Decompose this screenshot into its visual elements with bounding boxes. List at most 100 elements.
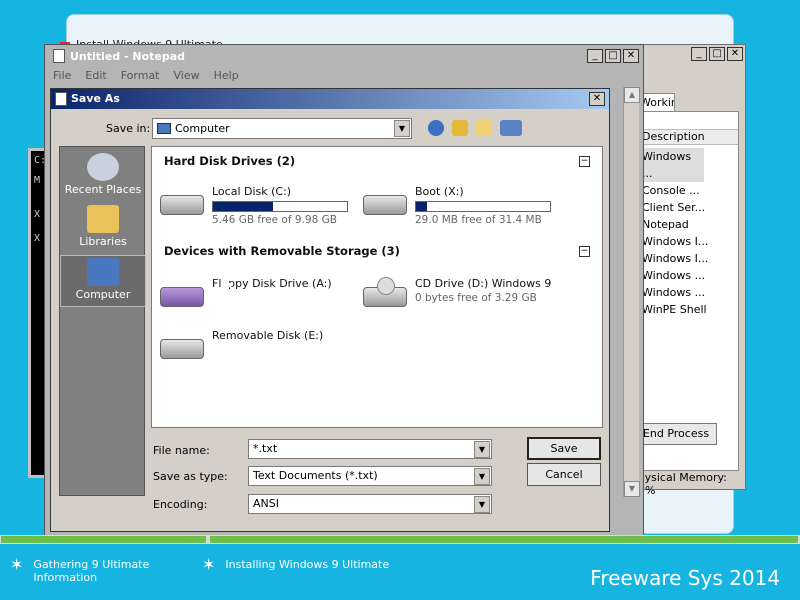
task-list: Windows ... Console ... Client Ser... No… [638,148,708,318]
collapse-icon[interactable]: − [579,156,590,167]
save-type-dropdown[interactable]: Text Documents (*.txt) ▼ [248,466,492,486]
scroll-up-icon[interactable]: ▲ [624,87,640,103]
maximize-icon[interactable]: □ [605,49,621,63]
memory-status: Physical Memory: 35% [631,471,727,497]
drive-item[interactable]: Boot (X:) 29.0 MB free of 31.4 MB [363,185,551,226]
chevron-down-icon[interactable]: ▼ [474,441,490,458]
save-in-dropdown[interactable]: Computer ▼ [152,118,412,139]
end-process-button[interactable]: End Process [635,423,717,445]
disk-usage-fill [213,202,274,211]
place-recent-places[interactable]: Recent Places [60,151,146,203]
new-folder-icon[interactable] [476,120,492,136]
menu-file[interactable]: File [53,69,71,82]
place-label: Computer [75,288,131,301]
list-item[interactable]: WinPE Shell [642,301,708,318]
places-bar: Recent Places Libraries Computer [59,146,146,496]
disk-usage-bar [212,201,348,212]
close-icon[interactable]: ✕ [623,49,639,63]
task-list-panel: Description Windows ... Console ... Clie… [631,111,739,471]
dialog-toolbar [428,120,522,136]
file-name-value: *.txt [253,442,278,455]
list-item[interactable]: Client Ser... [642,199,708,216]
menu-edit[interactable]: Edit [85,69,106,82]
place-libraries[interactable]: Libraries [60,203,146,255]
list-item[interactable]: Console ... [642,182,708,199]
place-label: Recent Places [64,183,142,196]
minimize-icon[interactable]: _ [587,49,603,63]
console-line: M [34,175,41,186]
star-icon: ✶ [202,555,216,574]
place-label: Libraries [79,235,127,248]
dialog-icon [55,92,67,106]
maximize-icon[interactable]: □ [709,47,725,61]
brand-watermark: Freeware Sys 2014 [590,566,780,590]
place-computer[interactable]: Computer [60,255,146,307]
drive-item[interactable]: Removable Disk (E:) [160,329,323,361]
collapse-icon[interactable]: − [579,246,590,257]
group-title: Hard Disk Drives (2) [164,154,296,168]
drive-free-space: 29.0 MB free of 31.4 MB [415,214,542,226]
drive-item[interactable]: CD Drive (D:) Windows 9 0 bytes free of … [363,277,551,309]
save-type-label: Save as type: [153,470,228,483]
file-list-pane: Hard Disk Drives (2) − Local Disk (C:) 5… [151,146,603,428]
drive-name: Boot (X:) [415,185,464,198]
disk-usage-fill [416,202,427,211]
list-item[interactable]: Windows ... [638,148,704,182]
menu-view[interactable]: View [174,69,200,82]
notepad-icon [53,49,65,63]
step-label: Gathering 9 Ultimate Information [33,558,150,584]
vertical-scrollbar[interactable]: ▲ ▼ [623,87,640,497]
computer-icon [157,123,171,134]
setup-step: ✶ Installing Windows 9 Ultimate [202,555,402,574]
group-title: Devices with Removable Storage (3) [164,244,400,258]
cancel-button[interactable]: Cancel [527,463,601,486]
chevron-down-icon[interactable]: ▼ [394,120,410,137]
menu-help[interactable]: Help [214,69,239,82]
close-icon[interactable]: ✕ [727,47,743,61]
menu-format[interactable]: Format [121,69,160,82]
drive-item[interactable]: Floppy Disk Drive (A:) [160,277,332,309]
notepad-controls: _ □ ✕ [587,49,639,63]
back-icon[interactable] [428,120,444,136]
progress-step-2 [210,536,798,543]
dialog-title: Save As [71,92,120,105]
libraries-icon [87,205,119,233]
console-line: X [34,233,41,244]
file-name-label: File name: [153,444,210,457]
list-item[interactable]: Windows I... [642,250,708,267]
menu-bar: File Edit Format View Help [53,69,239,82]
drive-free-space: 5.46 GB free of 9.98 GB [212,214,337,226]
drive-item[interactable]: Local Disk (C:) 5.46 GB free of 9.98 GB [160,185,348,226]
list-item[interactable]: Windows I... [642,233,708,250]
save-in-value: Computer [175,122,230,135]
save-button[interactable]: Save [527,437,601,460]
encoding-label: Encoding: [153,498,208,511]
notepad-title: Untitled - Notepad [70,49,186,63]
hard-disk-icon [363,185,409,217]
column-header-description[interactable]: Description [632,129,738,145]
file-name-field[interactable]: *.txt ▼ [248,439,492,459]
list-item[interactable]: Windows ... [642,267,708,284]
drive-name: Local Disk (C:) [212,185,292,198]
close-icon[interactable]: ✕ [589,92,605,106]
scroll-down-icon[interactable]: ▼ [624,481,640,497]
star-icon: ✶ [10,555,24,574]
view-menu-icon[interactable] [500,120,522,136]
save-in-label: Save in: [106,122,151,135]
minimize-icon[interactable]: _ [691,47,707,61]
step-label: Installing Windows 9 Ultimate [225,558,390,571]
hard-disk-icon [160,185,206,217]
list-item[interactable]: Windows ... [642,284,708,301]
save-type-value: Text Documents (*.txt) [253,469,378,482]
chevron-down-icon[interactable]: ▼ [474,468,490,485]
drive-name: CD Drive (D:) Windows 9 [415,277,552,290]
encoding-dropdown[interactable]: ANSI ▼ [248,494,492,514]
disk-usage-bar [415,201,551,212]
computer-icon [87,258,119,286]
progress-step-1 [1,536,206,543]
setup-step: ✶ Gathering 9 Ultimate Information [10,555,170,585]
list-item[interactable]: Notepad [642,216,708,233]
up-folder-icon[interactable] [452,120,468,136]
drive-free-space: 0 bytes free of 3.29 GB [415,292,537,304]
chevron-down-icon[interactable]: ▼ [474,496,490,513]
